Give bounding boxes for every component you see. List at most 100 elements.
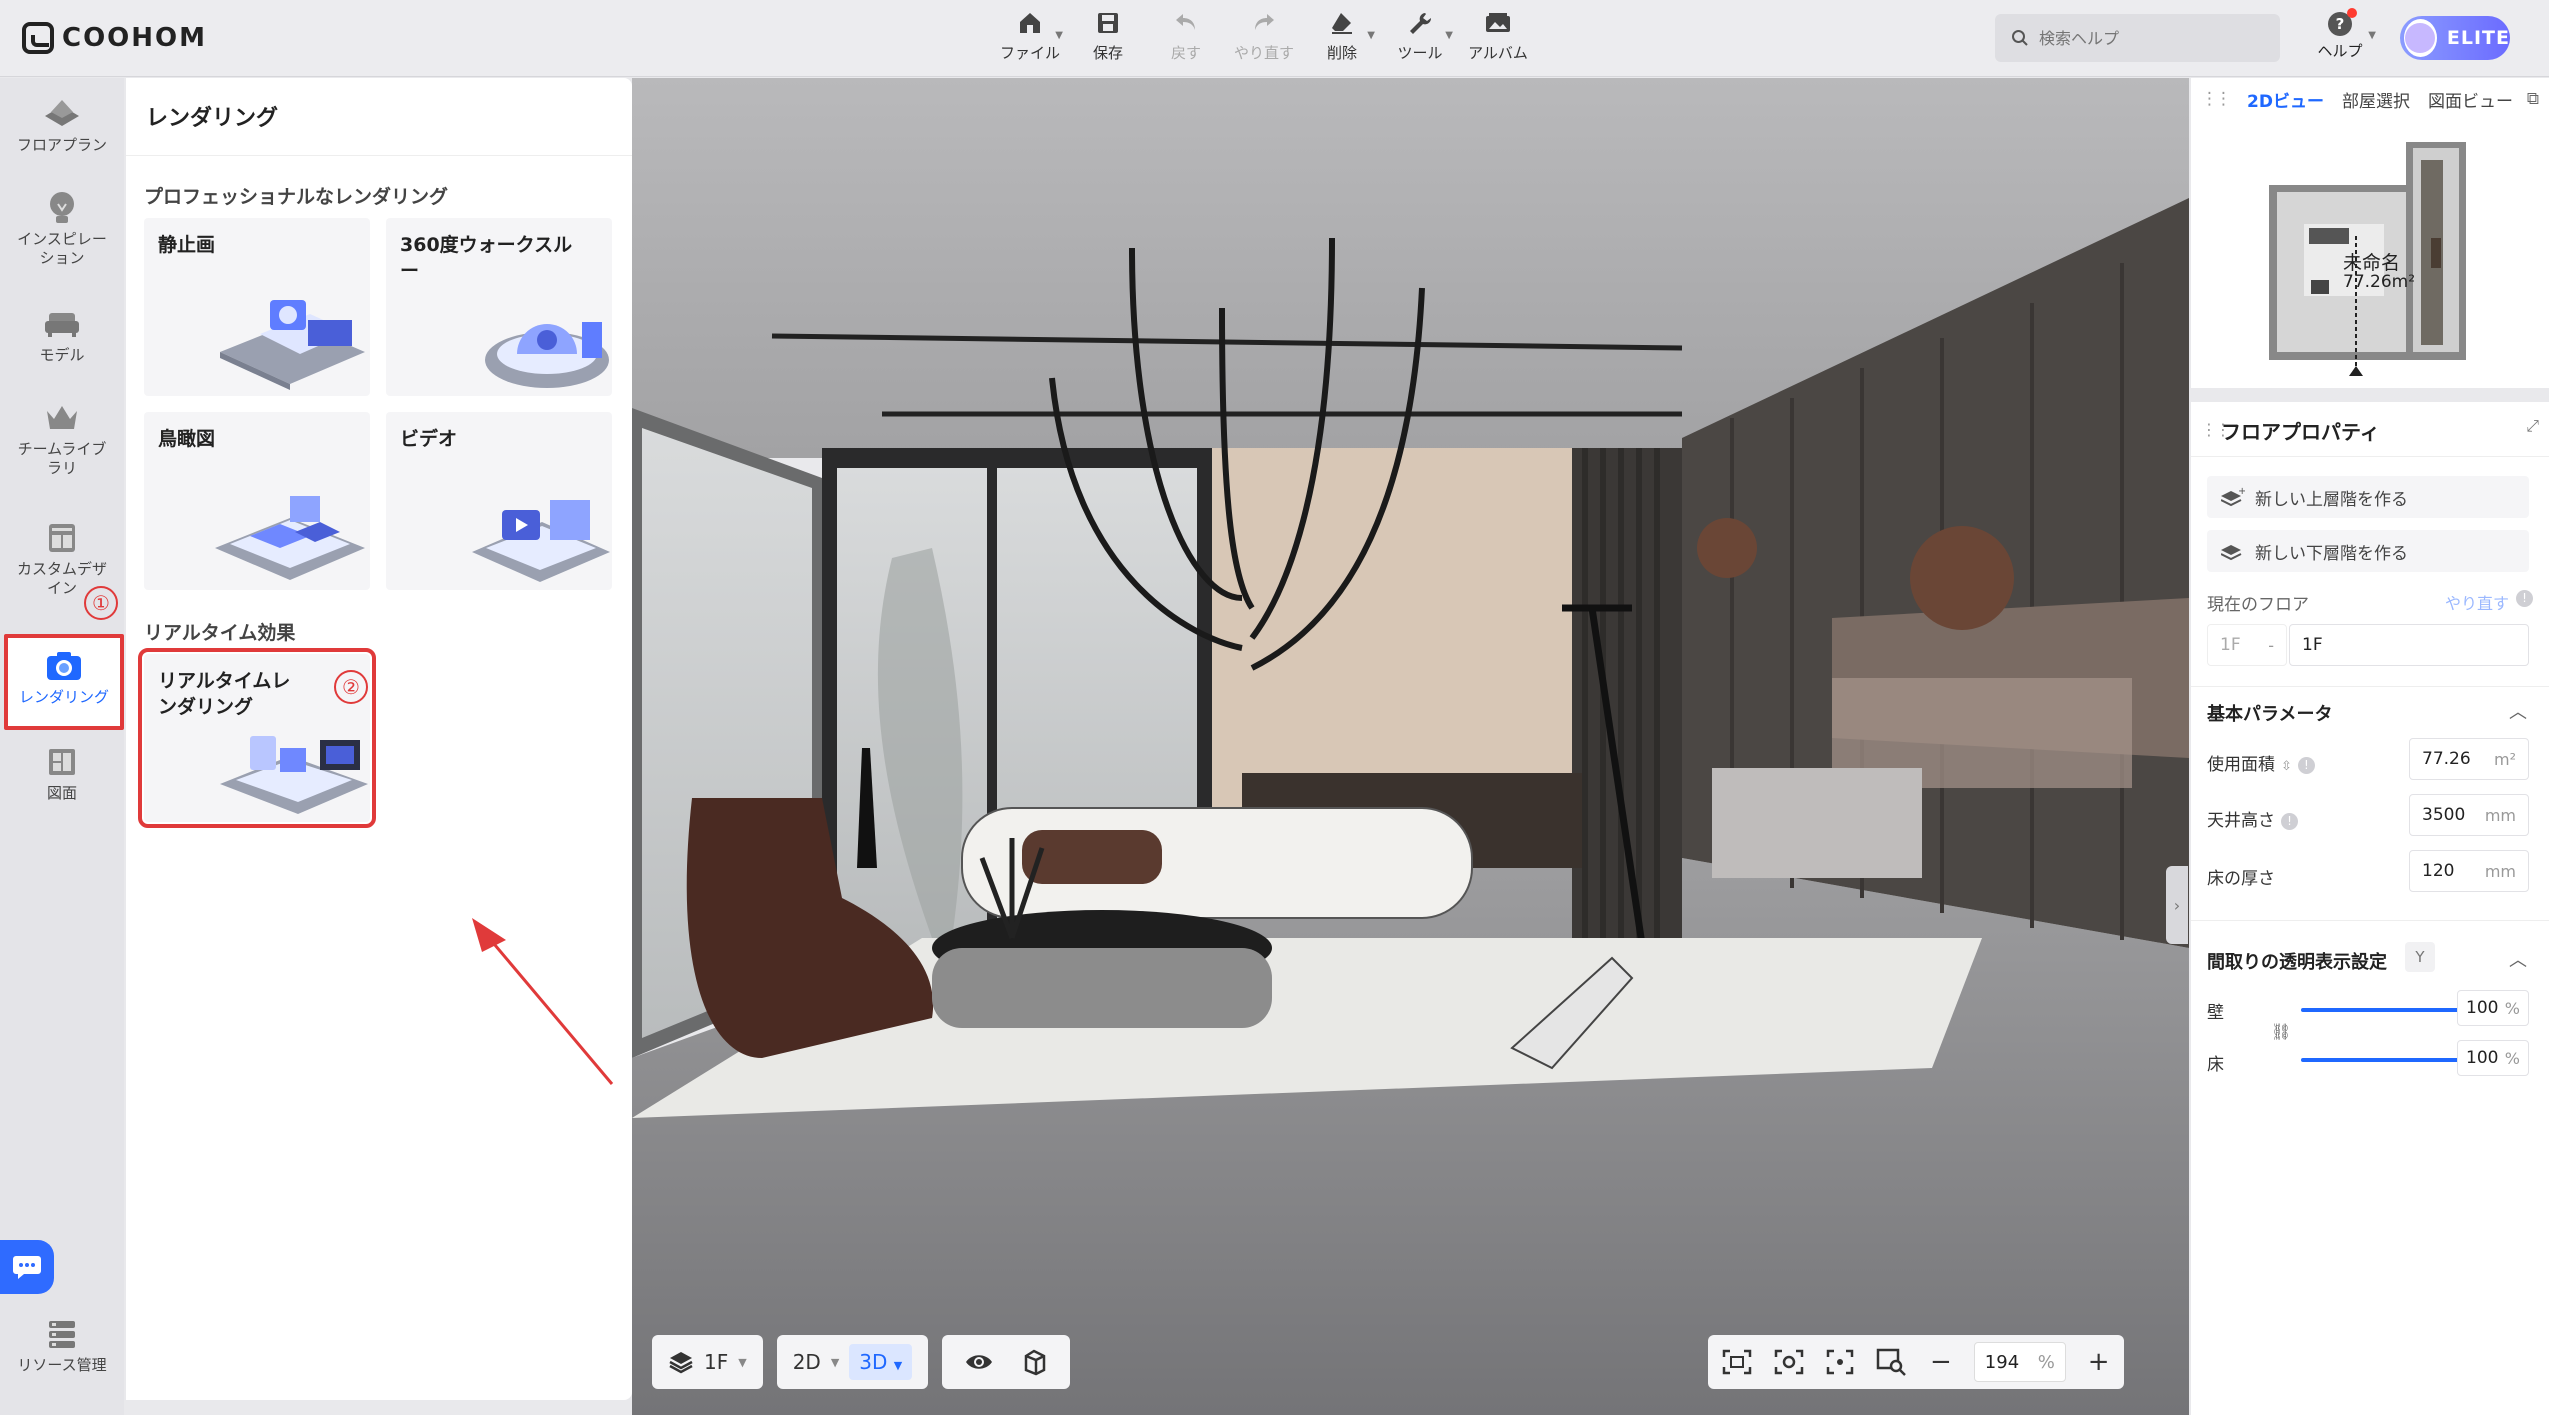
zoom-in-button[interactable]: + bbox=[2088, 1347, 2110, 1377]
area-input[interactable]: 77.26 m² bbox=[2409, 738, 2529, 780]
realtime-illustration bbox=[220, 736, 368, 814]
rendering-panel: レンダリング プロフェッショナルなレンダリング 静止画 360度ウォークスルー … bbox=[126, 78, 632, 1400]
chevron-down-icon: ▼ bbox=[1367, 30, 1375, 41]
save-button[interactable]: 保存 bbox=[1073, 8, 1143, 70]
zoom-search-icon[interactable] bbox=[1876, 1348, 1908, 1376]
view-2d-button[interactable]: 2D bbox=[793, 1350, 821, 1374]
view-3d-button[interactable]: 3D ▼ bbox=[849, 1344, 913, 1380]
floor-name-input[interactable]: 1F bbox=[2289, 624, 2529, 666]
resource-icon bbox=[42, 1316, 82, 1352]
eye-icon[interactable] bbox=[964, 1351, 994, 1373]
floor-thickness-input[interactable]: 120 mm bbox=[2409, 850, 2529, 892]
area-label: 使用面積 ⇳! bbox=[2207, 750, 2315, 775]
basic-params-heading: 基本パラメータ bbox=[2207, 704, 2333, 725]
nav-model[interactable]: モデル bbox=[4, 306, 120, 386]
ceiling-height-label: 天井高さ! bbox=[2207, 806, 2298, 831]
fit-view-icon[interactable] bbox=[1722, 1349, 1752, 1375]
sort-icon: ⇳ bbox=[2281, 759, 2292, 774]
coohom-logo[interactable]: COOHOM bbox=[22, 20, 207, 56]
chevron-up-icon[interactable]: ︿ bbox=[2509, 698, 2527, 724]
room-3d-scene bbox=[632, 78, 2189, 1415]
question-icon: ? bbox=[2328, 8, 2357, 36]
still-image-illustration bbox=[220, 300, 365, 390]
expand-icon[interactable]: ⧉ bbox=[2527, 89, 2539, 109]
3d-viewport[interactable]: 1F ▼ 2D ▼ 3D ▼ − 194 % + bbox=[632, 78, 2189, 1415]
link-icon[interactable]: ⛓ bbox=[2271, 1022, 2291, 1041]
create-upper-floor-button[interactable]: + 新しい上層階を作る bbox=[2207, 476, 2529, 518]
nav-drawing[interactable]: 図面 bbox=[4, 744, 120, 824]
help-search-box[interactable] bbox=[1995, 14, 2280, 62]
focus-icon[interactable] bbox=[1826, 1349, 1854, 1375]
nav-resource-management[interactable]: リソース管理 bbox=[4, 1316, 120, 1396]
layers-icon bbox=[669, 1352, 693, 1374]
floor-thickness-label: 床の厚さ bbox=[2207, 869, 2275, 889]
help-button[interactable]: ? ヘルプ ▼ bbox=[2310, 8, 2376, 68]
chat-support-button[interactable] bbox=[0, 1240, 54, 1294]
chat-icon bbox=[13, 1256, 41, 1279]
card-birds-eye-view[interactable]: 鳥瞰図 bbox=[144, 412, 370, 590]
drag-grip-icon[interactable]: ⋮⋮ bbox=[2201, 89, 2232, 109]
nav-inspiration[interactable]: インスピレーション bbox=[4, 190, 120, 298]
home-icon bbox=[1015, 8, 1045, 38]
camera-settings-icon[interactable] bbox=[1774, 1349, 1804, 1375]
redo-link[interactable]: やり直す bbox=[2445, 590, 2509, 614]
info-icon: ! bbox=[2297, 756, 2315, 774]
minimap-room-name: 未命名 bbox=[2343, 252, 2401, 274]
add-layer-icon: + bbox=[2221, 487, 2245, 507]
tools-menu-button[interactable]: ツール ▼ bbox=[1385, 8, 1455, 70]
crown-icon bbox=[42, 400, 82, 436]
nav-floorplan[interactable]: フロアプラン bbox=[4, 96, 120, 184]
walkthrough-illustration bbox=[485, 322, 609, 388]
shortcut-key-badge: Y bbox=[2405, 942, 2435, 972]
user-elite-badge[interactable]: ELITE bbox=[2400, 16, 2510, 60]
top-bar: COOHOM ファイル ▼ 保存 戻す やり直す 削除 ▼ ツール ▼ アルバム… bbox=[0, 0, 2549, 77]
zoom-level-input[interactable]: 194 % bbox=[1973, 1342, 2066, 1382]
camera-zoom-controls: − 194 % + bbox=[1708, 1335, 2124, 1389]
redo-button[interactable]: やり直す bbox=[1229, 8, 1299, 70]
card-video[interactable]: ビデオ bbox=[386, 412, 612, 590]
undo-button[interactable]: 戻す bbox=[1151, 8, 1221, 70]
minimap-room-area: 77.26m² bbox=[2343, 272, 2416, 292]
cube-icon[interactable] bbox=[1020, 1348, 1048, 1376]
chevron-down-icon: ▼ bbox=[830, 1355, 840, 1369]
step-marker-2: ② bbox=[334, 670, 368, 704]
album-icon bbox=[1483, 8, 1513, 38]
ceiling-height-input[interactable]: 3500 mm bbox=[2409, 794, 2529, 836]
wall-opacity-input[interactable]: 100% bbox=[2457, 990, 2529, 1026]
create-lower-floor-button[interactable]: 新しい下層階を作る bbox=[2207, 530, 2529, 572]
file-menu-button[interactable]: ファイル ▼ bbox=[995, 8, 1065, 70]
floor-code-field[interactable]: 1F - bbox=[2207, 624, 2287, 666]
expand-icon[interactable]: ⤢ bbox=[2526, 416, 2539, 436]
tab-room-select[interactable]: 部屋選択 bbox=[2342, 87, 2410, 112]
notification-dot bbox=[2347, 8, 2357, 18]
search-input[interactable] bbox=[2039, 28, 2259, 48]
album-button[interactable]: アルバム bbox=[1463, 8, 1533, 70]
card-still-image[interactable]: 静止画 bbox=[144, 218, 370, 396]
transparency-heading: 間取りの透明表示設定 bbox=[2207, 952, 2387, 973]
tab-drawing-view[interactable]: 図面ビュー bbox=[2428, 87, 2513, 112]
redo-icon bbox=[1249, 8, 1279, 38]
floor-selector[interactable]: 1F ▼ bbox=[652, 1335, 763, 1389]
tab-2d-view[interactable]: 2Dビュー bbox=[2247, 87, 2324, 112]
nav-rendering[interactable]: レンダリング bbox=[4, 634, 124, 730]
chevron-down-icon: ▼ bbox=[738, 1355, 747, 1369]
svg-text:+: + bbox=[2238, 487, 2245, 497]
card-360-walkthrough[interactable]: 360度ウォークスルー bbox=[386, 218, 612, 396]
collapse-panel-handle[interactable]: › bbox=[2166, 866, 2188, 944]
camera-icon bbox=[44, 648, 84, 684]
left-nav: フロアプラン インスピレーション モデル チームライブラリ カスタムデザイン ①… bbox=[0, 78, 124, 1415]
floorplan-icon bbox=[42, 96, 82, 132]
main-toolbar: ファイル ▼ 保存 戻す やり直す 削除 ▼ ツール ▼ アルバム bbox=[995, 8, 1533, 70]
realtime-heading: リアルタイム効果 bbox=[144, 622, 296, 644]
nav-team-library[interactable]: チームライブラリ bbox=[4, 400, 120, 500]
chevron-up-icon[interactable]: ︿ bbox=[2509, 946, 2527, 972]
minimap[interactable]: 未命名 77.26m² bbox=[2191, 120, 2549, 388]
save-icon bbox=[1093, 8, 1123, 38]
annotation-arrow bbox=[472, 918, 614, 1085]
floor-opacity-input[interactable]: 100% bbox=[2457, 1040, 2529, 1076]
wrench-icon bbox=[1405, 8, 1435, 38]
zoom-out-button[interactable]: − bbox=[1930, 1347, 1952, 1377]
undo-icon bbox=[1171, 8, 1201, 38]
delete-menu-button[interactable]: 削除 ▼ bbox=[1307, 8, 1377, 70]
add-layer-icon bbox=[2221, 545, 2242, 561]
